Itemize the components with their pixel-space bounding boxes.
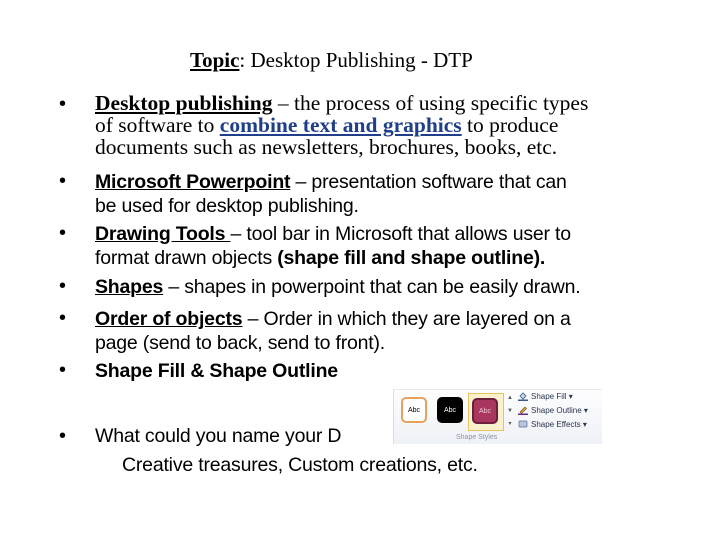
more-icon[interactable]: ▾ <box>506 418 514 431</box>
gallery-scroll[interactable]: ▲ ▼ ▾ <box>506 392 514 431</box>
style-swatch-maroon-selected[interactable]: Abc <box>468 393 504 431</box>
question-text: What could you name your D <box>95 425 342 447</box>
term: Desktop publishing <box>95 91 273 115</box>
style-swatch-outline-orange[interactable]: Abc <box>398 393 432 429</box>
definition-text: page (send to back, send to front). <box>95 332 386 354</box>
style-swatch-black[interactable]: Abc <box>434 393 468 429</box>
bold-text: Shape Fill & Shape Outline <box>95 360 338 382</box>
list-item-drawing-tools: Drawing Tools – tool bar in Microsoft th… <box>95 222 571 270</box>
paint-bucket-icon <box>518 392 528 401</box>
definition-text: – presentation software that can <box>290 171 567 193</box>
shape-fill-button[interactable]: Shape Fill ▾ <box>518 392 573 401</box>
definition-text: documents such as newsletters, brochures… <box>95 135 558 159</box>
bullet-icon: • <box>59 307 67 329</box>
list-item-shapes: Shapes – shapes in powerpoint that can b… <box>95 275 581 299</box>
definition-text: – Order in which they are layered on a <box>242 308 571 330</box>
list-item-shape-fill-outline: Shape Fill & Shape Outline <box>95 359 338 383</box>
definition-text: format drawn objects <box>95 247 278 269</box>
term: Microsoft Powerpoint <box>95 171 291 193</box>
term: Shapes <box>95 276 164 298</box>
definition-text: – shapes in powerpoint that can be easil… <box>163 276 581 298</box>
definition-text: be used for desktop publishing. <box>95 195 359 217</box>
term: Order of objects <box>95 308 243 330</box>
definition-text: – the process of using specific types <box>272 91 589 115</box>
pencil-outline-icon <box>518 406 528 415</box>
definition-text: to produce <box>461 113 559 137</box>
scroll-down-icon[interactable]: ▼ <box>506 405 514 418</box>
ribbon-group-label: Shape Styles <box>456 434 498 441</box>
term: Drawing Tools <box>95 223 231 245</box>
shape-effects-label: Shape Effects ▾ <box>531 420 587 429</box>
bullet-icon: • <box>59 170 67 192</box>
scroll-up-icon[interactable]: ▲ <box>506 392 514 405</box>
slide-title: Topic: Desktop Publishing - DTP <box>190 48 473 73</box>
bullet-icon: • <box>59 359 67 381</box>
shape-outline-label: Shape Outline ▾ <box>531 406 588 415</box>
bullet-icon: • <box>59 222 67 244</box>
definition-text: – tool bar in Microsoft that allows user… <box>230 223 572 245</box>
shape-effects-button[interactable]: Shape Effects ▾ <box>518 420 587 429</box>
list-item-question: What could you name your D <box>95 424 341 448</box>
bullet-icon: • <box>59 275 67 297</box>
swatch-label: Abc <box>437 397 463 423</box>
bullet-icon: • <box>59 425 67 447</box>
bullet-icon: • <box>59 93 67 115</box>
shape-effects-icon <box>518 420 528 428</box>
answer-text: Creative treasures, Custom creations, et… <box>122 454 478 476</box>
shape-styles-ribbon-image: Abc Abc Abc ▲ ▼ ▾ Shape Fill ▾ Shape Out… <box>393 389 602 444</box>
swatch-label: Abc <box>401 397 427 423</box>
shape-outline-button[interactable]: Shape Outline ▾ <box>518 406 588 415</box>
shape-fill-label: Shape Fill ▾ <box>531 392 573 401</box>
title-text: : Desktop Publishing - DTP <box>239 48 473 72</box>
list-item-microsoft-powerpoint: Microsoft Powerpoint – presentation soft… <box>95 170 567 218</box>
definition-text: of software to <box>95 113 220 137</box>
definition-bold: (shape fill and shape outline). <box>277 247 546 269</box>
swatch-label: Abc <box>472 398 498 424</box>
highlight-link[interactable]: combine text and graphics <box>220 113 462 137</box>
topic-label: Topic <box>190 48 240 72</box>
list-item-order-of-objects: Order of objects – Order in which they a… <box>95 307 571 355</box>
list-item-desktop-publishing: Desktop publishing – the process of usin… <box>95 92 588 158</box>
